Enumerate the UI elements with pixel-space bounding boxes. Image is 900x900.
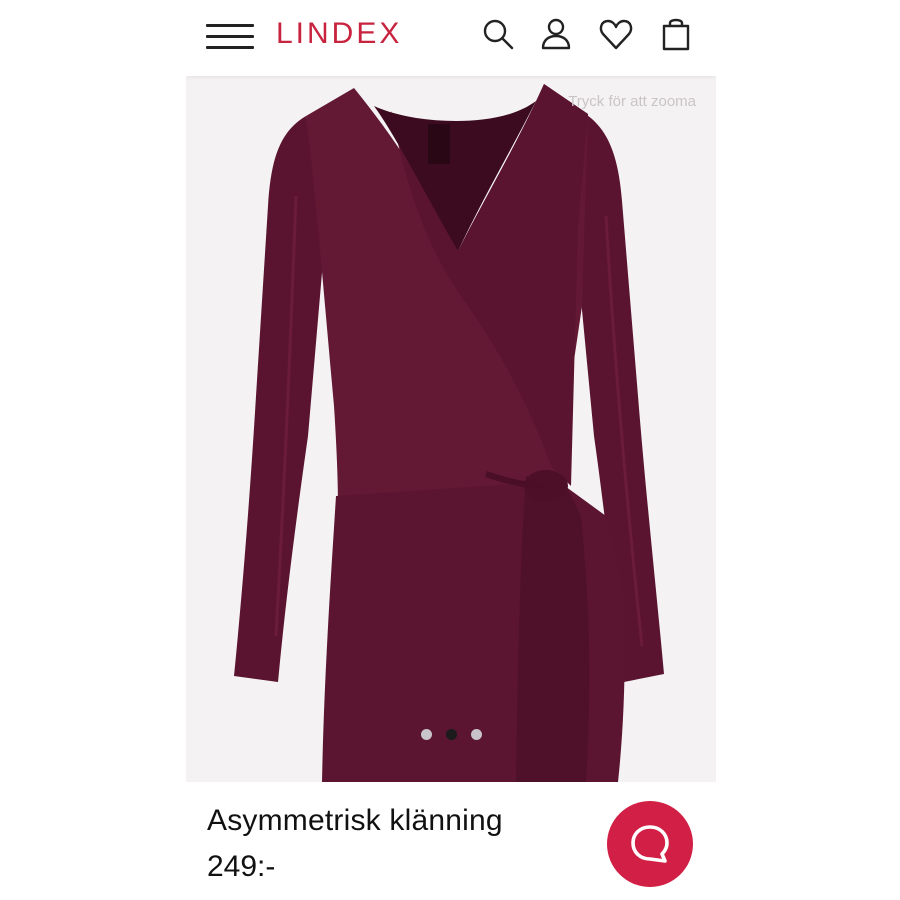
search-icon[interactable] <box>480 16 516 52</box>
hamburger-menu-icon[interactable] <box>206 22 256 54</box>
gallery-dot-2[interactable] <box>445 729 457 740</box>
product-price: 249:- <box>207 850 276 883</box>
product-title: Asymmetrisk klänning <box>207 804 503 837</box>
gallery-dot-1[interactable] <box>420 729 432 740</box>
gallery-dot-3[interactable] <box>470 729 482 740</box>
product-image-gallery[interactable]: Tryck för att zooma <box>186 76 716 782</box>
product-image <box>234 84 664 782</box>
gallery-pagination <box>186 727 716 745</box>
account-icon[interactable] <box>538 16 574 52</box>
chat-button[interactable] <box>607 801 693 887</box>
heart-icon[interactable] <box>598 16 634 52</box>
zoom-hint-text: Tryck för att zooma <box>568 93 696 110</box>
shopping-bag-icon[interactable] <box>658 16 694 52</box>
product-info: Asymmetrisk klänning 249:- <box>186 782 716 900</box>
chat-bubble-icon <box>631 825 669 863</box>
phone-screen: LINDEX Tryck för att zooma Asymmetrisk k… <box>186 0 716 900</box>
lindex-logo[interactable]: LINDEX <box>276 17 402 51</box>
site-header: LINDEX <box>186 0 716 76</box>
